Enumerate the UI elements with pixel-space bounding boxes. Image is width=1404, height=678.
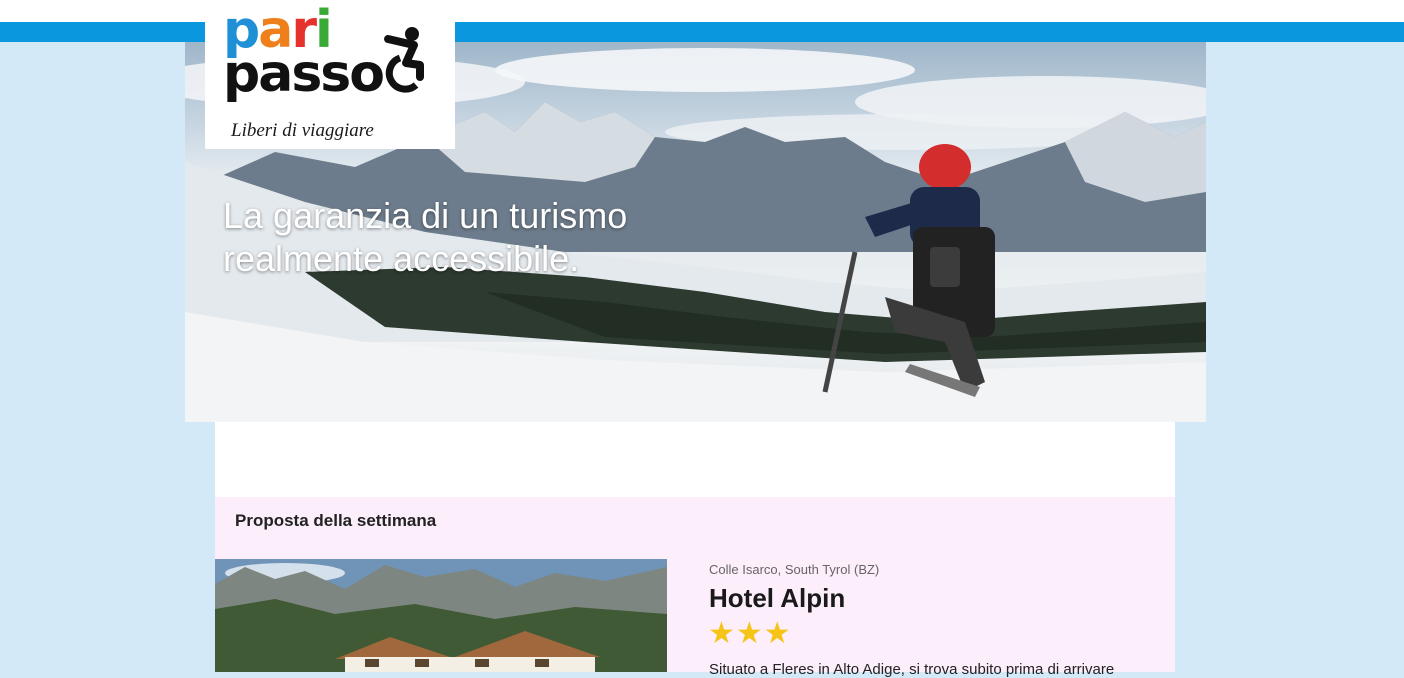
hotel-location: Colle Isarco, South Tyrol (BZ) <box>709 562 880 577</box>
main-content: Proposta della settimana Colle Isarco, S… <box>215 422 1175 678</box>
logo-tagline: Liberi di viaggiare <box>231 120 374 141</box>
wheelchair-icon <box>384 27 424 93</box>
hotel-name[interactable]: Hotel Alpin <box>709 583 845 614</box>
proposal-heading: Proposta della settimana <box>235 511 437 530</box>
weekly-proposal: Proposta della settimana Colle Isarco, S… <box>215 497 1175 678</box>
logo-word-bottom: passo <box>223 44 385 104</box>
hotel-description: Situato a Fleres in Alto Adige, si trova… <box>709 661 1115 678</box>
hotel-star-rating: ★★★ <box>708 617 792 650</box>
hotel-image[interactable] <box>215 559 667 672</box>
site-logo[interactable]: pari passo Liberi di viaggiare <box>205 0 455 149</box>
hero-title: La garanzia di un turismo realmente acce… <box>223 195 628 279</box>
